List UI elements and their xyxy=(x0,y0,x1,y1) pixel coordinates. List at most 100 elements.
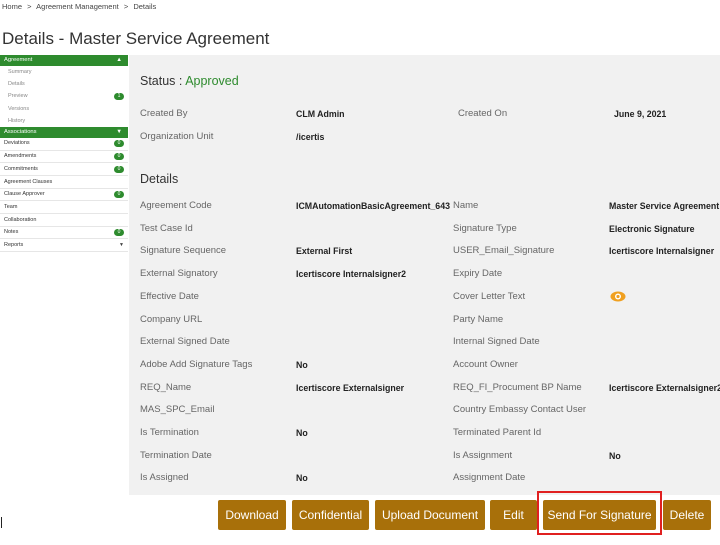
chevron-down-icon: ▼ xyxy=(119,241,124,248)
left-field-label: Agreement Code xyxy=(140,200,212,211)
sidebar-item-deviations[interactable]: Deviations 0 xyxy=(0,138,128,151)
sidebar-item-commitments[interactable]: Commitments 0 xyxy=(0,163,128,176)
right-field-label: Is Assignment xyxy=(453,449,513,461)
right-field-label: Cover Letter Text xyxy=(453,290,526,302)
sidebar-item-reports[interactable]: Reports ▼ xyxy=(0,239,128,253)
left-field-value: No xyxy=(296,473,308,484)
right-field-label: USER_Email_Signature xyxy=(453,245,555,257)
page-title: Details - Master Service Agreement xyxy=(2,29,270,48)
confidential-button[interactable]: Confidential xyxy=(292,500,369,530)
right-field-label: Expiry Date xyxy=(453,268,503,280)
sidebar-item-summary[interactable]: Summary xyxy=(0,66,128,78)
right-field-label: Terminated Parent Id xyxy=(453,427,542,438)
sidebar-item-amendments[interactable]: Amendments 0 xyxy=(0,151,128,164)
sidebar-item-label: Reports xyxy=(4,241,24,248)
sidebar-item-label: Collaboration xyxy=(4,216,37,223)
left-field-label: Signature Sequence xyxy=(140,245,227,257)
right-field-label: Country Embassy Contact User xyxy=(453,404,587,416)
left-field-value: No xyxy=(296,359,308,370)
sidebar-item-label: Clause Approver xyxy=(4,191,45,198)
sidebar-item-label: Deviations xyxy=(4,140,30,147)
sidebar-item-label: Agreement Clauses xyxy=(4,178,53,185)
right-field-label: Assignment Date xyxy=(453,472,526,484)
breadcrumb-home[interactable]: Home xyxy=(2,2,22,11)
left-field-label: Effective Date xyxy=(140,290,199,302)
eye-icon[interactable] xyxy=(610,291,626,302)
right-field-label: Internal Signed Date xyxy=(453,336,540,348)
breadcrumb-agreement-management[interactable]: Agreement Management xyxy=(36,2,119,11)
sidebar-item-notes[interactable]: Notes 0 xyxy=(0,227,128,240)
sidebar-item-label: Notes xyxy=(4,229,19,236)
count-badge: 0 xyxy=(114,191,124,199)
created-by-value: CLM Admin xyxy=(296,109,345,119)
left-field-label: Termination Date xyxy=(140,449,212,461)
sidebar-item-label: Commitments xyxy=(4,165,38,172)
right-field-label: Party Name xyxy=(453,313,504,325)
sidebar-item-history[interactable]: History xyxy=(0,115,128,127)
left-field-label: MAS_SPC_Email xyxy=(140,404,215,416)
sidebar-item-details[interactable]: Details xyxy=(0,78,128,90)
count-badge: 1 xyxy=(114,92,124,100)
created-on-value: June 9, 2021 xyxy=(614,109,667,119)
upload-document-button[interactable]: Upload Document xyxy=(375,500,485,530)
left-field-label: Company URL xyxy=(140,313,203,325)
breadcrumb-separator: > xyxy=(27,2,32,11)
sidebar-item-label: History xyxy=(8,117,26,124)
download-button[interactable]: Download xyxy=(218,500,286,530)
right-field-label: Account Owner xyxy=(453,358,518,370)
created-by-label: Created By xyxy=(140,108,188,119)
left-field-label: Is Assigned xyxy=(140,472,189,484)
left-field-label: Test Case Id xyxy=(140,222,193,234)
right-field-label: Signature Type xyxy=(453,222,517,234)
left-field-value: Icertiscore Externalsigner xyxy=(296,382,405,393)
right-field-value: No xyxy=(609,450,621,461)
sidebar-item-clause-approver[interactable]: Clause Approver 0 xyxy=(0,189,128,202)
details-section-title: Details xyxy=(140,172,179,186)
sidebar-header-label: Associations xyxy=(4,128,37,135)
text-cursor xyxy=(1,517,2,528)
sidebar-item-team[interactable]: Team xyxy=(0,201,128,215)
sidebar-header-label: Agreement xyxy=(4,57,33,63)
highlight-box xyxy=(537,491,662,535)
right-field-value: Icertiscore Externalsigner2 xyxy=(609,382,720,393)
left-field-value: External First xyxy=(296,246,353,257)
sidebar-item-label: Summary xyxy=(8,69,32,75)
left-field-label: Adobe Add Signature Tags xyxy=(140,358,253,370)
sidebar-item-preview[interactable]: Preview 1 xyxy=(0,90,128,102)
count-badge: 0 xyxy=(114,229,124,237)
right-field-label: REQ_FI_Procument BP Name xyxy=(453,381,582,393)
left-field-label: External Signed Date xyxy=(140,336,230,348)
left-field-label: REQ_Name xyxy=(140,381,192,393)
sidebar-item-label: Versions xyxy=(8,105,30,112)
created-on-label: Created On xyxy=(458,108,508,119)
count-badge: 0 xyxy=(114,152,124,160)
sidebar-item-versions[interactable]: Versions xyxy=(0,103,128,115)
right-field-value: Icertiscore Internalsigner xyxy=(609,246,715,257)
sidebar-item-collaboration[interactable]: Collaboration xyxy=(0,214,128,227)
sidebar-header-agreement[interactable]: Agreement ▲ xyxy=(0,55,128,66)
details-panel: Status : Approved Created By CLM Admin C… xyxy=(129,55,720,495)
status-line: Status : Approved xyxy=(140,74,239,88)
left-field-value: No xyxy=(296,428,308,438)
sidebar-item-label: Team xyxy=(4,203,18,210)
sidebar-item-label: Preview xyxy=(8,93,28,100)
delete-button[interactable]: Delete xyxy=(663,500,711,530)
right-field-label: Name xyxy=(453,200,479,211)
sidebar-header-associations[interactable]: Associations ▼ xyxy=(0,126,128,138)
breadcrumb: Home > Agreement Management > Details xyxy=(2,2,156,11)
left-field-value: Icertiscore Internalsigner2 xyxy=(296,269,407,280)
sidebar-item-label: Details xyxy=(8,81,25,88)
count-badge: 0 xyxy=(114,165,124,173)
breadcrumb-current: Details xyxy=(133,2,157,11)
breadcrumb-separator: > xyxy=(123,2,129,11)
edit-button[interactable]: Edit xyxy=(490,500,537,530)
left-field-label: Is Termination xyxy=(140,427,199,438)
chevron-up-icon: ▲ xyxy=(116,57,122,63)
right-field-value: Master Service Agreement xyxy=(609,201,720,211)
status-label: Status : xyxy=(140,74,183,88)
status-value: Approved xyxy=(185,74,239,88)
right-field-value: Electronic Signature xyxy=(609,223,695,234)
sidebar-item-agreement-clauses[interactable]: Agreement Clauses xyxy=(0,176,128,189)
left-field-label: External Signatory xyxy=(140,268,218,280)
left-field-value: ICMAutomationBasicAgreement_643 xyxy=(296,201,450,211)
